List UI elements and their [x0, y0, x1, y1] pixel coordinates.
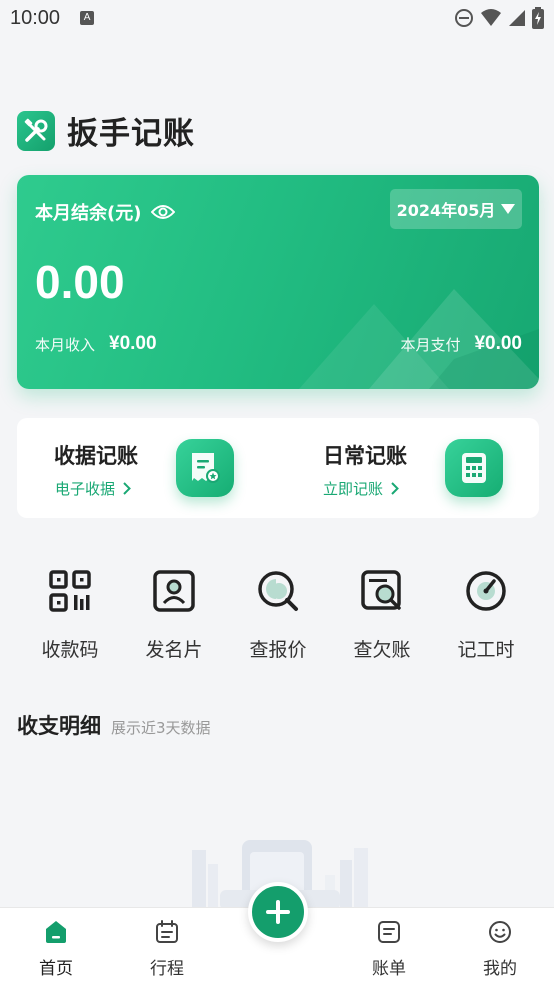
- qr-code-icon: [48, 569, 92, 613]
- notification-icon: A: [80, 11, 95, 25]
- daily-entry[interactable]: 日常记账 立即记账: [278, 418, 539, 518]
- chevron-right-icon: [391, 482, 399, 495]
- debt-search-icon: [360, 569, 404, 613]
- quick-entry-card: 收据记账 电子收据 日常记账 立即记账: [17, 418, 539, 518]
- nav-home[interactable]: 首页: [16, 918, 96, 979]
- tool-debt-check[interactable]: 查欠账: [330, 565, 434, 662]
- calculator-icon: [445, 439, 503, 497]
- tool-label: 查欠账: [353, 639, 411, 661]
- monthly-income: 本月收入 ¥0.00: [35, 333, 157, 355]
- calendar-icon: [127, 918, 207, 946]
- balance-label: 本月结余(元): [35, 199, 176, 225]
- eye-icon[interactable]: [151, 203, 176, 221]
- smile-icon: [460, 918, 540, 946]
- tool-label: 收款码: [41, 639, 99, 661]
- dnd-icon: [455, 9, 473, 27]
- tool-price-check[interactable]: 查报价: [226, 565, 330, 662]
- status-time: 10:00: [10, 6, 61, 29]
- nav-bills-label: 账单: [372, 959, 406, 979]
- receipt-entry-sub: 电子收据: [55, 480, 116, 498]
- tools-row: 收款码 发名片 查报价 查欠账 记工时: [0, 565, 554, 665]
- nav-profile-label: 我的: [483, 959, 517, 979]
- month-selector[interactable]: 2024年05月: [390, 189, 522, 229]
- receipt-entry[interactable]: 收据记账 电子收据: [17, 418, 278, 518]
- wrench-logo-icon: [17, 110, 55, 151]
- battery-icon: [532, 7, 544, 29]
- expense-value: ¥0.00: [474, 333, 522, 354]
- nav-bills[interactable]: 账单: [349, 918, 429, 979]
- tool-label: 记工时: [457, 639, 515, 661]
- balance-label-text: 本月结余(元): [35, 203, 142, 224]
- tool-business-card[interactable]: 发名片: [122, 565, 226, 662]
- receipt-icon: [176, 439, 234, 497]
- business-card-icon: [152, 569, 196, 613]
- income-value: ¥0.00: [109, 333, 157, 354]
- nav-trips[interactable]: 行程: [127, 918, 207, 979]
- daily-entry-link[interactable]: 立即记账: [323, 478, 399, 499]
- tool-label: 查报价: [249, 639, 307, 661]
- balance-card: 本月结余(元) 2024年05月 0.00 本月收入 ¥0.00 本月支付 ¥0…: [17, 175, 539, 389]
- status-bar: 10:00 A: [0, 0, 554, 36]
- tool-work-hours[interactable]: 记工时: [434, 565, 538, 662]
- app-title: 扳手记账: [67, 116, 195, 152]
- nav-home-label: 首页: [39, 959, 73, 979]
- income-label: 本月收入: [35, 335, 96, 354]
- month-value: 2024年05月: [396, 201, 496, 220]
- price-search-icon: [256, 569, 300, 613]
- transaction-details-header: 收支明细 展示近3天数据: [17, 710, 211, 740]
- wifi-icon: [481, 9, 501, 26]
- receipt-entry-link[interactable]: 电子收据: [55, 478, 131, 499]
- signal-icon: [509, 10, 525, 26]
- plus-icon: [266, 900, 290, 924]
- daily-entry-title: 日常记账: [323, 444, 407, 468]
- receipt-entry-title: 收据记账: [54, 444, 138, 468]
- mountain-decoration: [299, 289, 539, 389]
- tool-payment-code[interactable]: 收款码: [18, 565, 122, 662]
- add-record-button[interactable]: [248, 882, 308, 942]
- monthly-expense: 本月支付 ¥0.00: [400, 333, 522, 355]
- nav-trips-label: 行程: [150, 959, 184, 979]
- balance-amount: 0.00: [35, 256, 125, 308]
- app-header: 扳手记账: [17, 108, 195, 153]
- status-indicators: [454, 7, 544, 29]
- nav-profile[interactable]: 我的: [460, 918, 540, 979]
- home-icon: [16, 918, 96, 946]
- details-hint: 展示近3天数据: [111, 719, 211, 737]
- timer-icon: [464, 569, 508, 613]
- expense-label: 本月支付: [400, 335, 461, 354]
- bill-icon: [349, 918, 429, 946]
- caret-down-icon: [501, 204, 516, 214]
- daily-entry-sub: 立即记账: [323, 480, 384, 498]
- details-title: 收支明细: [17, 714, 101, 738]
- chevron-right-icon: [123, 482, 131, 495]
- tool-label: 发名片: [145, 639, 203, 661]
